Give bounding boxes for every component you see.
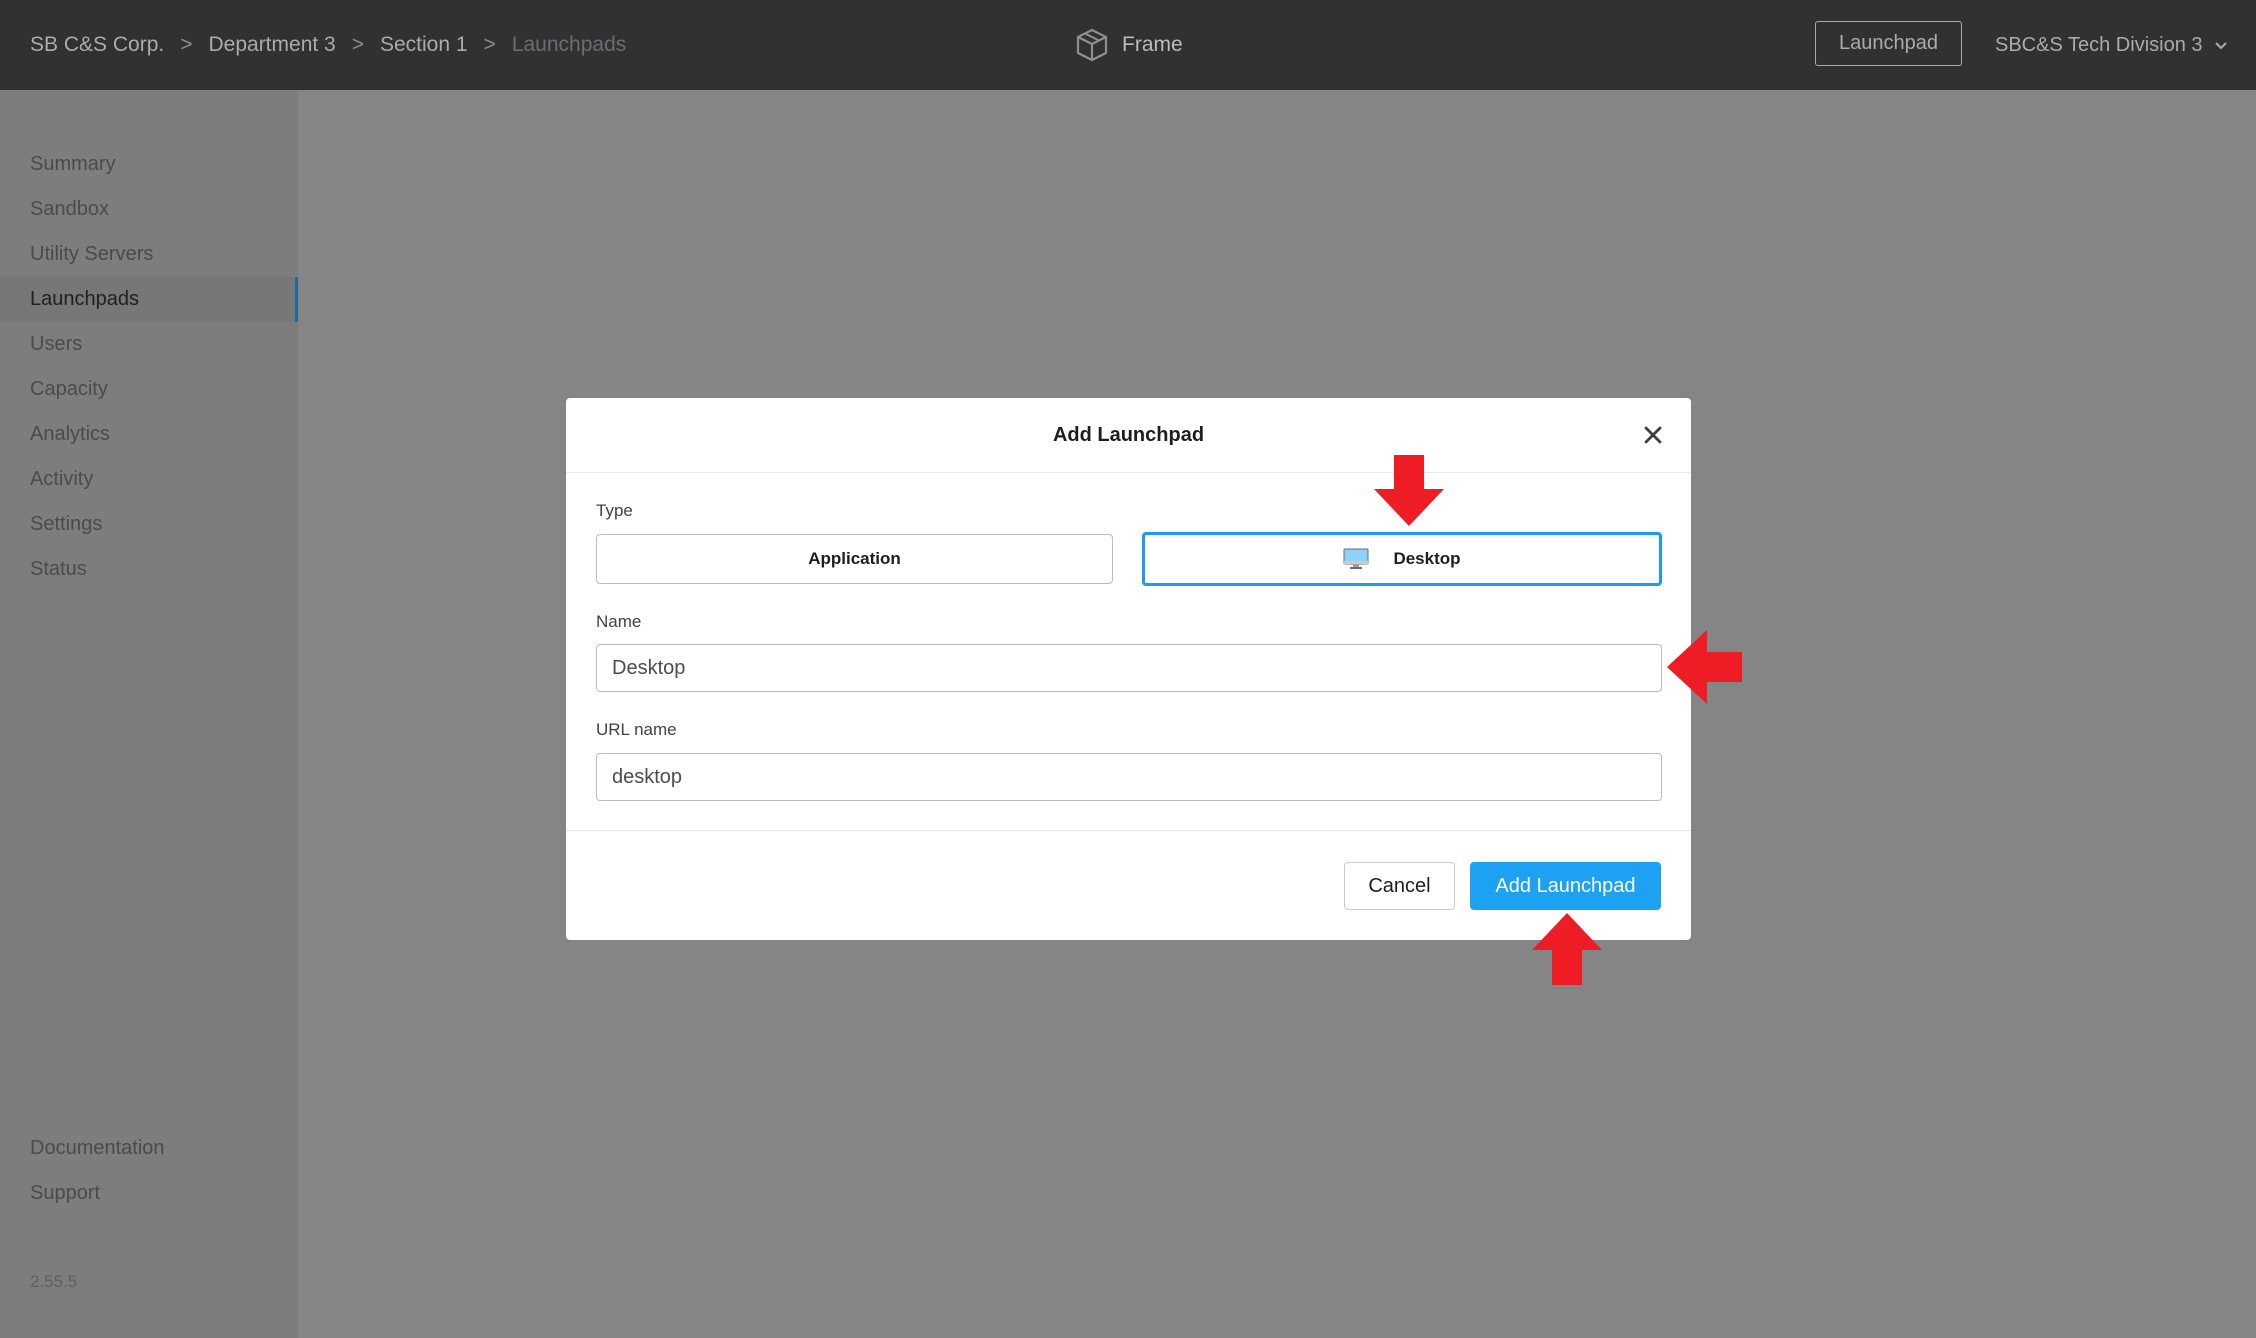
add-launchpad-button[interactable]: Add Launchpad [1470, 862, 1661, 910]
url-name-label: URL name [596, 720, 677, 739]
sidebar-item-analytics[interactable]: Analytics [0, 412, 298, 457]
version-label: 2.55.5 [30, 1272, 78, 1291]
sidebar-footer-nav: Documentation Support [0, 1126, 298, 1216]
sidebar-item-capacity[interactable]: Capacity [0, 367, 298, 412]
breadcrumb-separator: > [483, 33, 496, 56]
dialog-title: Add Launchpad [1052, 423, 1205, 446]
arrow-left-annotation [1667, 630, 1742, 704]
breadcrumb: SB C&S Corp. > Department 3 > Section 1 … [30, 0, 626, 90]
brand-logo: Frame [1074, 0, 1183, 90]
arrow-up-annotation [1532, 913, 1602, 985]
sidebar-item-launchpads[interactable]: Launchpads [0, 277, 298, 322]
dialog-footer-divider [566, 830, 1691, 831]
launchpad-button[interactable]: Launchpad [1815, 21, 1962, 66]
breadcrumb-item-corp[interactable]: SB C&S Corp. [30, 33, 164, 57]
breadcrumb-item-current: Launchpads [511, 33, 627, 56]
type-option-label: Desktop [1393, 549, 1461, 568]
account-menu[interactable]: SBC&S Tech Division 3 [1995, 0, 2229, 90]
monitor-icon [1343, 548, 1369, 569]
breadcrumb-separator: > [351, 33, 364, 56]
type-option-desktop[interactable]: Desktop [1142, 532, 1662, 586]
top-bar: SB C&S Corp. > Department 3 > Section 1 … [0, 0, 2256, 90]
account-name: SBC&S Tech Division 3 [1995, 33, 2203, 56]
dialog-header: Add Launchpad [566, 398, 1691, 473]
sidebar-item-users[interactable]: Users [0, 322, 298, 367]
sidebar-item-utility-servers[interactable]: Utility Servers [0, 232, 298, 277]
name-label: Name [596, 612, 642, 631]
breadcrumb-item-section[interactable]: Section 1 [380, 33, 468, 57]
breadcrumb-item-department[interactable]: Department 3 [208, 33, 335, 57]
brand-name: Frame [1122, 33, 1183, 56]
sidebar-nav: Summary Sandbox Utility Servers Launchpa… [0, 142, 298, 592]
sidebar-item-settings[interactable]: Settings [0, 502, 298, 547]
cube-icon [1076, 28, 1108, 62]
type-label: Type [596, 501, 633, 520]
chevron-down-icon [2214, 42, 2227, 50]
add-launchpad-dialog: Add Launchpad Type Application Desktop N… [566, 398, 1691, 940]
sidebar-item-status[interactable]: Status [0, 547, 298, 592]
sidebar-item-sandbox[interactable]: Sandbox [0, 187, 298, 232]
type-option-label: Application [808, 549, 901, 568]
sidebar-item-activity[interactable]: Activity [0, 457, 298, 502]
sidebar-item-summary[interactable]: Summary [0, 142, 298, 187]
sidebar: Summary Sandbox Utility Servers Launchpa… [0, 90, 298, 1338]
breadcrumb-separator: > [180, 33, 193, 56]
cancel-button[interactable]: Cancel [1344, 862, 1455, 910]
url-name-input[interactable] [596, 753, 1662, 801]
sidebar-item-documentation[interactable]: Documentation [0, 1126, 298, 1171]
sidebar-item-support[interactable]: Support [0, 1171, 298, 1216]
name-input[interactable] [596, 644, 1662, 692]
type-option-application[interactable]: Application [596, 534, 1113, 584]
arrow-down-annotation [1374, 455, 1444, 526]
close-icon[interactable] [1641, 423, 1665, 447]
